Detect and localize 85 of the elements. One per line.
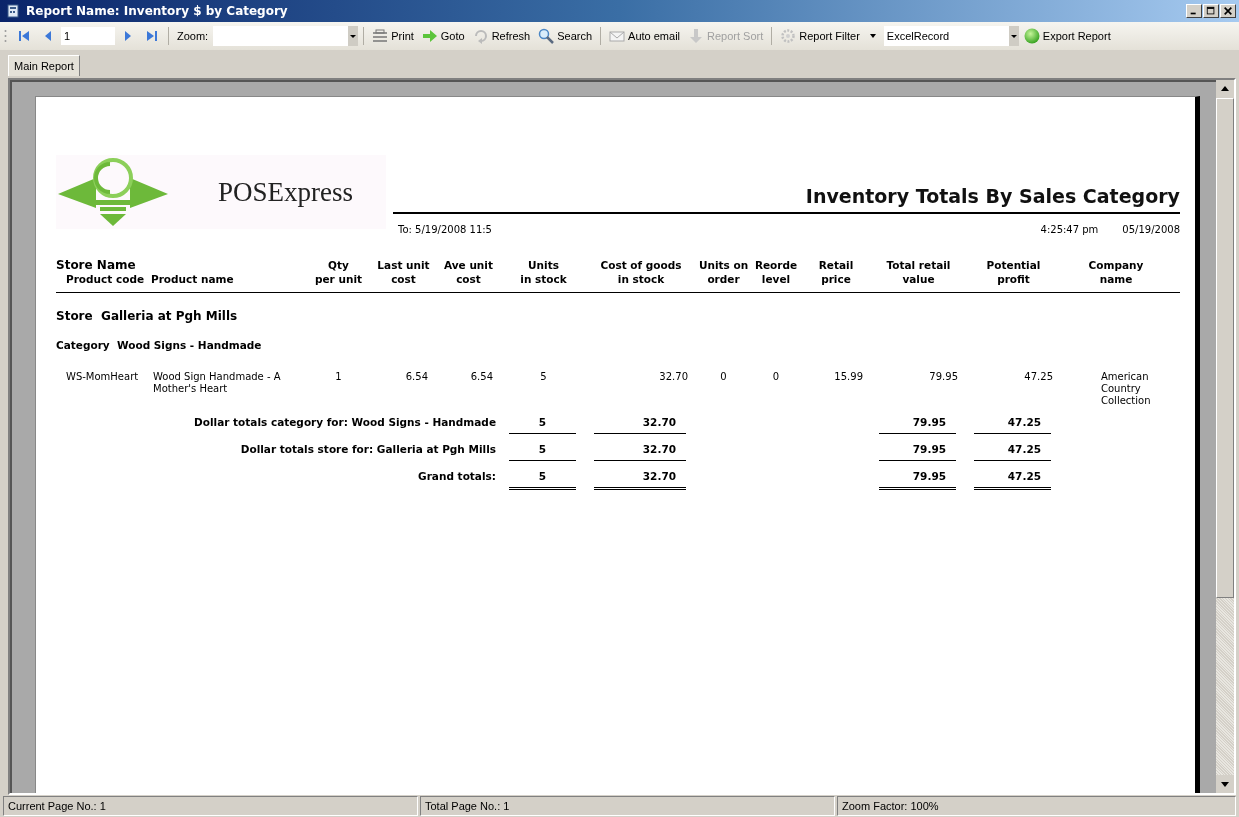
zoom-label: Zoom:: [176, 30, 210, 42]
table-cell-text: 0: [771, 371, 781, 385]
column-header: Ave unit cost: [443, 258, 494, 287]
status-text: Current Page No.: 1: [3, 796, 418, 816]
column-header: Retail price: [817, 258, 855, 287]
table-cell-text: 32.70: [658, 371, 689, 385]
total-value: 79.95: [879, 440, 956, 462]
first-page-icon: [18, 30, 30, 42]
print-date: 05/19/2008: [1122, 224, 1180, 235]
total-value: 32.70: [594, 440, 686, 462]
column-header: Units in stock: [519, 258, 568, 287]
export-format-dropdown[interactable]: ExcelRecord: [883, 26, 1019, 46]
table-cell-text: 79.95: [928, 371, 959, 385]
total-value: 79.95: [879, 413, 956, 435]
table-cell-text: Wood Sign Handmade - A Mother's Heart: [152, 371, 282, 397]
total-value: 47.25: [974, 440, 1051, 462]
dropdown-caret-icon: [1008, 26, 1019, 46]
dropdown-caret-icon: [348, 26, 359, 46]
arrow-right-icon: [421, 28, 438, 44]
store-group-label: Store Galleria at Pgh Mills: [56, 309, 238, 324]
close-icon: [1223, 6, 1233, 16]
print-button[interactable]: Print: [369, 26, 417, 46]
table-cell-text: 5: [539, 371, 548, 385]
close-button[interactable]: [1220, 4, 1236, 18]
category-group-label: Category Wood Signs - Handmade: [56, 339, 262, 352]
total-value: 79.95: [879, 467, 956, 491]
total-value: 32.70: [594, 413, 686, 435]
gear-icon: [780, 28, 797, 44]
refresh-button[interactable]: Refresh: [469, 26, 534, 46]
column-header: Units on order: [697, 258, 750, 287]
report-tab[interactable]: Main Report: [8, 55, 80, 76]
print-icon: [372, 28, 389, 44]
status-text: Zoom Factor: 100%: [837, 796, 1236, 816]
page-number-field[interactable]: 1: [61, 27, 115, 45]
column-header: Total retail value: [885, 258, 952, 287]
goto-button[interactable]: Goto: [418, 26, 468, 46]
total-value: 5: [509, 413, 576, 435]
total-value: 5: [509, 467, 576, 491]
down-arrow-icon: [688, 28, 705, 44]
total-value: 47.25: [974, 467, 1051, 491]
table-cell-text: 6.54: [469, 371, 494, 385]
table-cell-text: 6.54: [404, 371, 429, 385]
table-cell-text: 47.25: [1023, 371, 1054, 385]
total-value: 47.25: [974, 413, 1051, 435]
maximize-icon: [1206, 6, 1216, 16]
report-title: Inventory Totals By Sales Category: [393, 185, 1180, 214]
ball-icon: [1023, 28, 1040, 44]
status-text: Total Page No.: 1: [420, 796, 835, 816]
print-time: 4:25:47 pm: [1040, 224, 1099, 235]
search-button[interactable]: Search: [535, 26, 596, 46]
total-label: Dollar totals category for: Wood Signs - Handmade: [193, 415, 497, 431]
column-header: Product code: [65, 272, 146, 287]
refresh-icon: [472, 28, 489, 44]
caret-icon: [868, 32, 877, 40]
column-header: Reorde level: [753, 258, 799, 287]
table-cell-text: 1: [334, 371, 343, 385]
date-range: To: 5/19/2008 11:5: [398, 224, 492, 235]
table-cell-text: American Country Collection: [1100, 371, 1152, 408]
column-header: Store Name: [56, 258, 136, 272]
last-page-icon: [146, 30, 158, 42]
window-title: Report Name: Inventory $ by Category: [26, 4, 288, 18]
total-label: Grand totals:: [417, 469, 497, 485]
table-cell-text: 15.99: [833, 371, 864, 385]
email-button[interactable]: Auto email: [606, 26, 684, 46]
column-header: Product name: [151, 272, 235, 287]
table-cell-text: WS-MomHeart: [65, 371, 140, 385]
logo-text: POSExpress: [218, 176, 353, 208]
column-header: Company name: [1087, 258, 1145, 287]
column-header: Last unit cost: [376, 258, 431, 287]
app-icon: [6, 4, 20, 18]
toolbar-grip-icon: [4, 28, 7, 44]
total-value: 5: [509, 440, 576, 462]
envelope-icon: [609, 28, 626, 44]
filter-button[interactable]: Report Filter: [777, 26, 880, 46]
total-label: Dollar totals store for: Galleria at Pgh Mills: [239, 442, 497, 458]
search-icon: [538, 28, 555, 44]
column-header: Qty per unit: [313, 258, 363, 287]
total-value: 32.70: [594, 467, 686, 491]
table-cell-text: 0: [719, 371, 728, 385]
column-header: Potential profit: [985, 258, 1042, 287]
maximize-button[interactable]: [1203, 4, 1219, 18]
export-report-button[interactable]: Export Report: [1020, 26, 1114, 46]
scroll-thumb[interactable]: [1216, 98, 1234, 598]
column-header: Cost of goods in stock: [599, 258, 683, 287]
minimize-button[interactable]: [1186, 4, 1202, 18]
